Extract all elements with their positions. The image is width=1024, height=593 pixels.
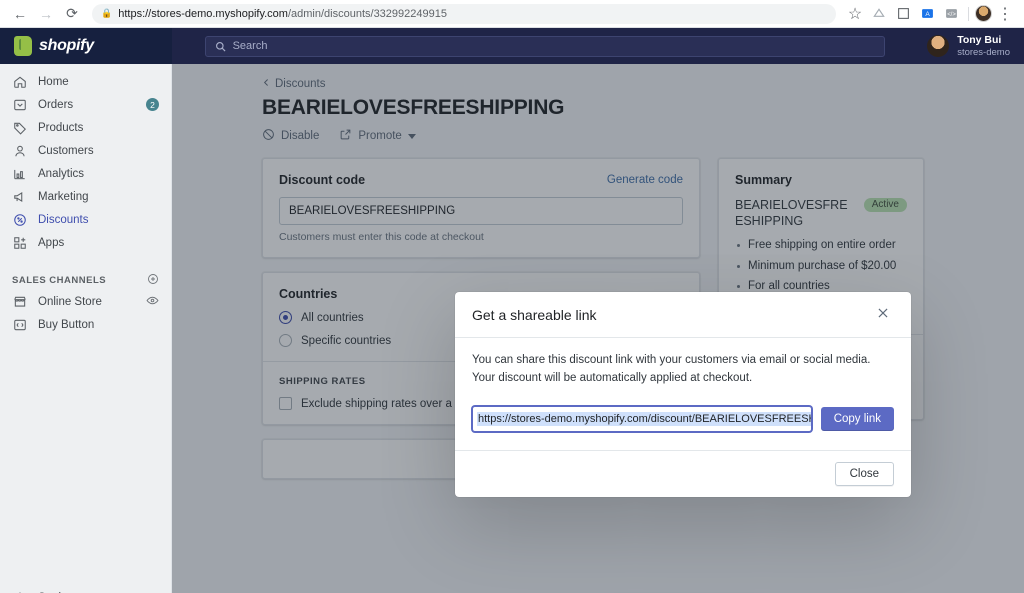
cloud-upload-icon[interactable] bbox=[868, 3, 890, 25]
search-icon bbox=[215, 41, 226, 51]
browser-toolbar: ← → ⟳ 🔒 https://stores-demo.myshopify.co… bbox=[0, 0, 1024, 28]
main-content: Discounts BEARIELOVESFREESHIPPING Disabl… bbox=[172, 64, 1024, 593]
three-dot-menu-icon[interactable]: ⋮ bbox=[994, 3, 1016, 25]
svg-text:A: A bbox=[925, 11, 930, 18]
back-arrow-icon[interactable]: ← bbox=[8, 2, 32, 26]
sidebar-item-marketing[interactable]: Marketing bbox=[0, 185, 171, 208]
user-name: Tony Bui bbox=[957, 33, 1002, 46]
sidebar-item-online-store[interactable]: Online Store bbox=[0, 290, 171, 313]
sidebar-item-analytics[interactable]: Analytics bbox=[0, 162, 171, 185]
url-text: https://stores-demo.myshopify.com/admin/… bbox=[118, 7, 447, 20]
modal-description: You can share this discount link with yo… bbox=[472, 354, 871, 384]
plus-circle-icon[interactable] bbox=[147, 273, 159, 288]
sidebar-item-label: Buy Button bbox=[38, 318, 95, 331]
sidebar-item-label: Products bbox=[38, 121, 84, 134]
sidebar-item-home[interactable]: Home bbox=[0, 70, 171, 93]
sidebar-item-label: Customers bbox=[38, 144, 94, 157]
sidebar-item-label: Discounts bbox=[38, 213, 89, 226]
code-brackets-icon bbox=[12, 317, 27, 332]
marketing-megaphone-icon bbox=[12, 189, 27, 204]
search-input[interactable]: Search bbox=[204, 35, 885, 57]
sidebar-item-buy-button[interactable]: Buy Button bbox=[0, 313, 171, 336]
sidebar: Home Orders 2 Products Customers Analyti… bbox=[0, 64, 172, 593]
sidebar-item-apps[interactable]: Apps bbox=[0, 231, 171, 254]
product-tag-icon bbox=[12, 120, 27, 135]
chrome-profile-avatar[interactable] bbox=[975, 5, 992, 22]
sidebar-item-label: Marketing bbox=[38, 190, 89, 203]
user-menu[interactable]: Tony Bui stores-demo bbox=[917, 28, 1024, 64]
shopify-wordmark: shopify bbox=[39, 37, 94, 54]
address-bar[interactable]: 🔒 https://stores-demo.myshopify.com/admi… bbox=[92, 3, 836, 24]
user-store: stores-demo bbox=[957, 46, 1010, 58]
customer-person-icon bbox=[12, 143, 27, 158]
modal-header: Get a shareable link bbox=[455, 292, 911, 338]
orders-inbox-icon bbox=[12, 97, 27, 112]
eye-icon[interactable] bbox=[146, 294, 159, 310]
lock-icon: 🔒 bbox=[101, 8, 113, 18]
bookmark-star-icon[interactable]: ☆ bbox=[844, 3, 866, 25]
reload-icon[interactable]: ⟳ bbox=[60, 2, 84, 26]
modal-title: Get a shareable link bbox=[472, 306, 597, 323]
storefront-icon bbox=[12, 294, 27, 309]
shopify-logo[interactable]: shopify bbox=[0, 28, 172, 64]
modal-footer: Close bbox=[455, 449, 911, 497]
sidebar-item-products[interactable]: Products bbox=[0, 116, 171, 139]
modal-body: You can share this discount link with yo… bbox=[455, 338, 911, 450]
apps-grid-icon bbox=[12, 235, 27, 250]
sidebar-item-label: Orders bbox=[38, 98, 74, 111]
extension-blue-icon[interactable]: A bbox=[916, 3, 938, 25]
shareable-link-modal: Get a shareable link You can share this … bbox=[455, 292, 911, 497]
sidebar-item-label: Home bbox=[38, 75, 69, 88]
discount-badge-icon bbox=[12, 212, 27, 227]
toolbar-divider bbox=[968, 6, 969, 21]
shopify-topbar: shopify Search Tony Bui stores-demo bbox=[0, 28, 1024, 64]
sidebar-item-label: Apps bbox=[38, 236, 65, 249]
sidebar-item-settings[interactable]: Settings bbox=[0, 586, 171, 593]
shopify-bag-icon bbox=[14, 36, 32, 56]
sidebar-item-orders[interactable]: Orders 2 bbox=[0, 93, 171, 116]
link-row: https://stores-demo.myshopify.com/discou… bbox=[472, 405, 894, 432]
shareable-link-input[interactable]: https://stores-demo.myshopify.com/discou… bbox=[472, 405, 812, 432]
avatar bbox=[927, 35, 950, 57]
shareable-link-value: https://stores-demo.myshopify.com/discou… bbox=[477, 411, 811, 426]
analytics-bars-icon bbox=[12, 166, 27, 181]
forward-arrow-icon[interactable]: → bbox=[34, 2, 58, 26]
sidebar-item-customers[interactable]: Customers bbox=[0, 139, 171, 162]
sales-channels-header: SALES CHANNELS bbox=[0, 270, 171, 290]
close-x-icon[interactable] bbox=[872, 302, 894, 327]
orders-badge: 2 bbox=[146, 98, 159, 111]
sidebar-item-label: Analytics bbox=[38, 167, 85, 180]
sidebar-item-label: Online Store bbox=[38, 295, 102, 308]
close-button[interactable]: Close bbox=[834, 461, 894, 486]
home-icon bbox=[12, 74, 27, 89]
search-placeholder: Search bbox=[232, 40, 268, 52]
sidebar-item-discounts[interactable]: Discounts bbox=[0, 208, 171, 231]
copy-link-button[interactable]: Copy link bbox=[820, 406, 894, 431]
extension-code-icon[interactable]: </> bbox=[940, 3, 962, 25]
svg-text:</>: </> bbox=[947, 12, 956, 18]
screenshot-frame-icon[interactable] bbox=[892, 3, 914, 25]
sales-channels-label: SALES CHANNELS bbox=[12, 274, 107, 286]
